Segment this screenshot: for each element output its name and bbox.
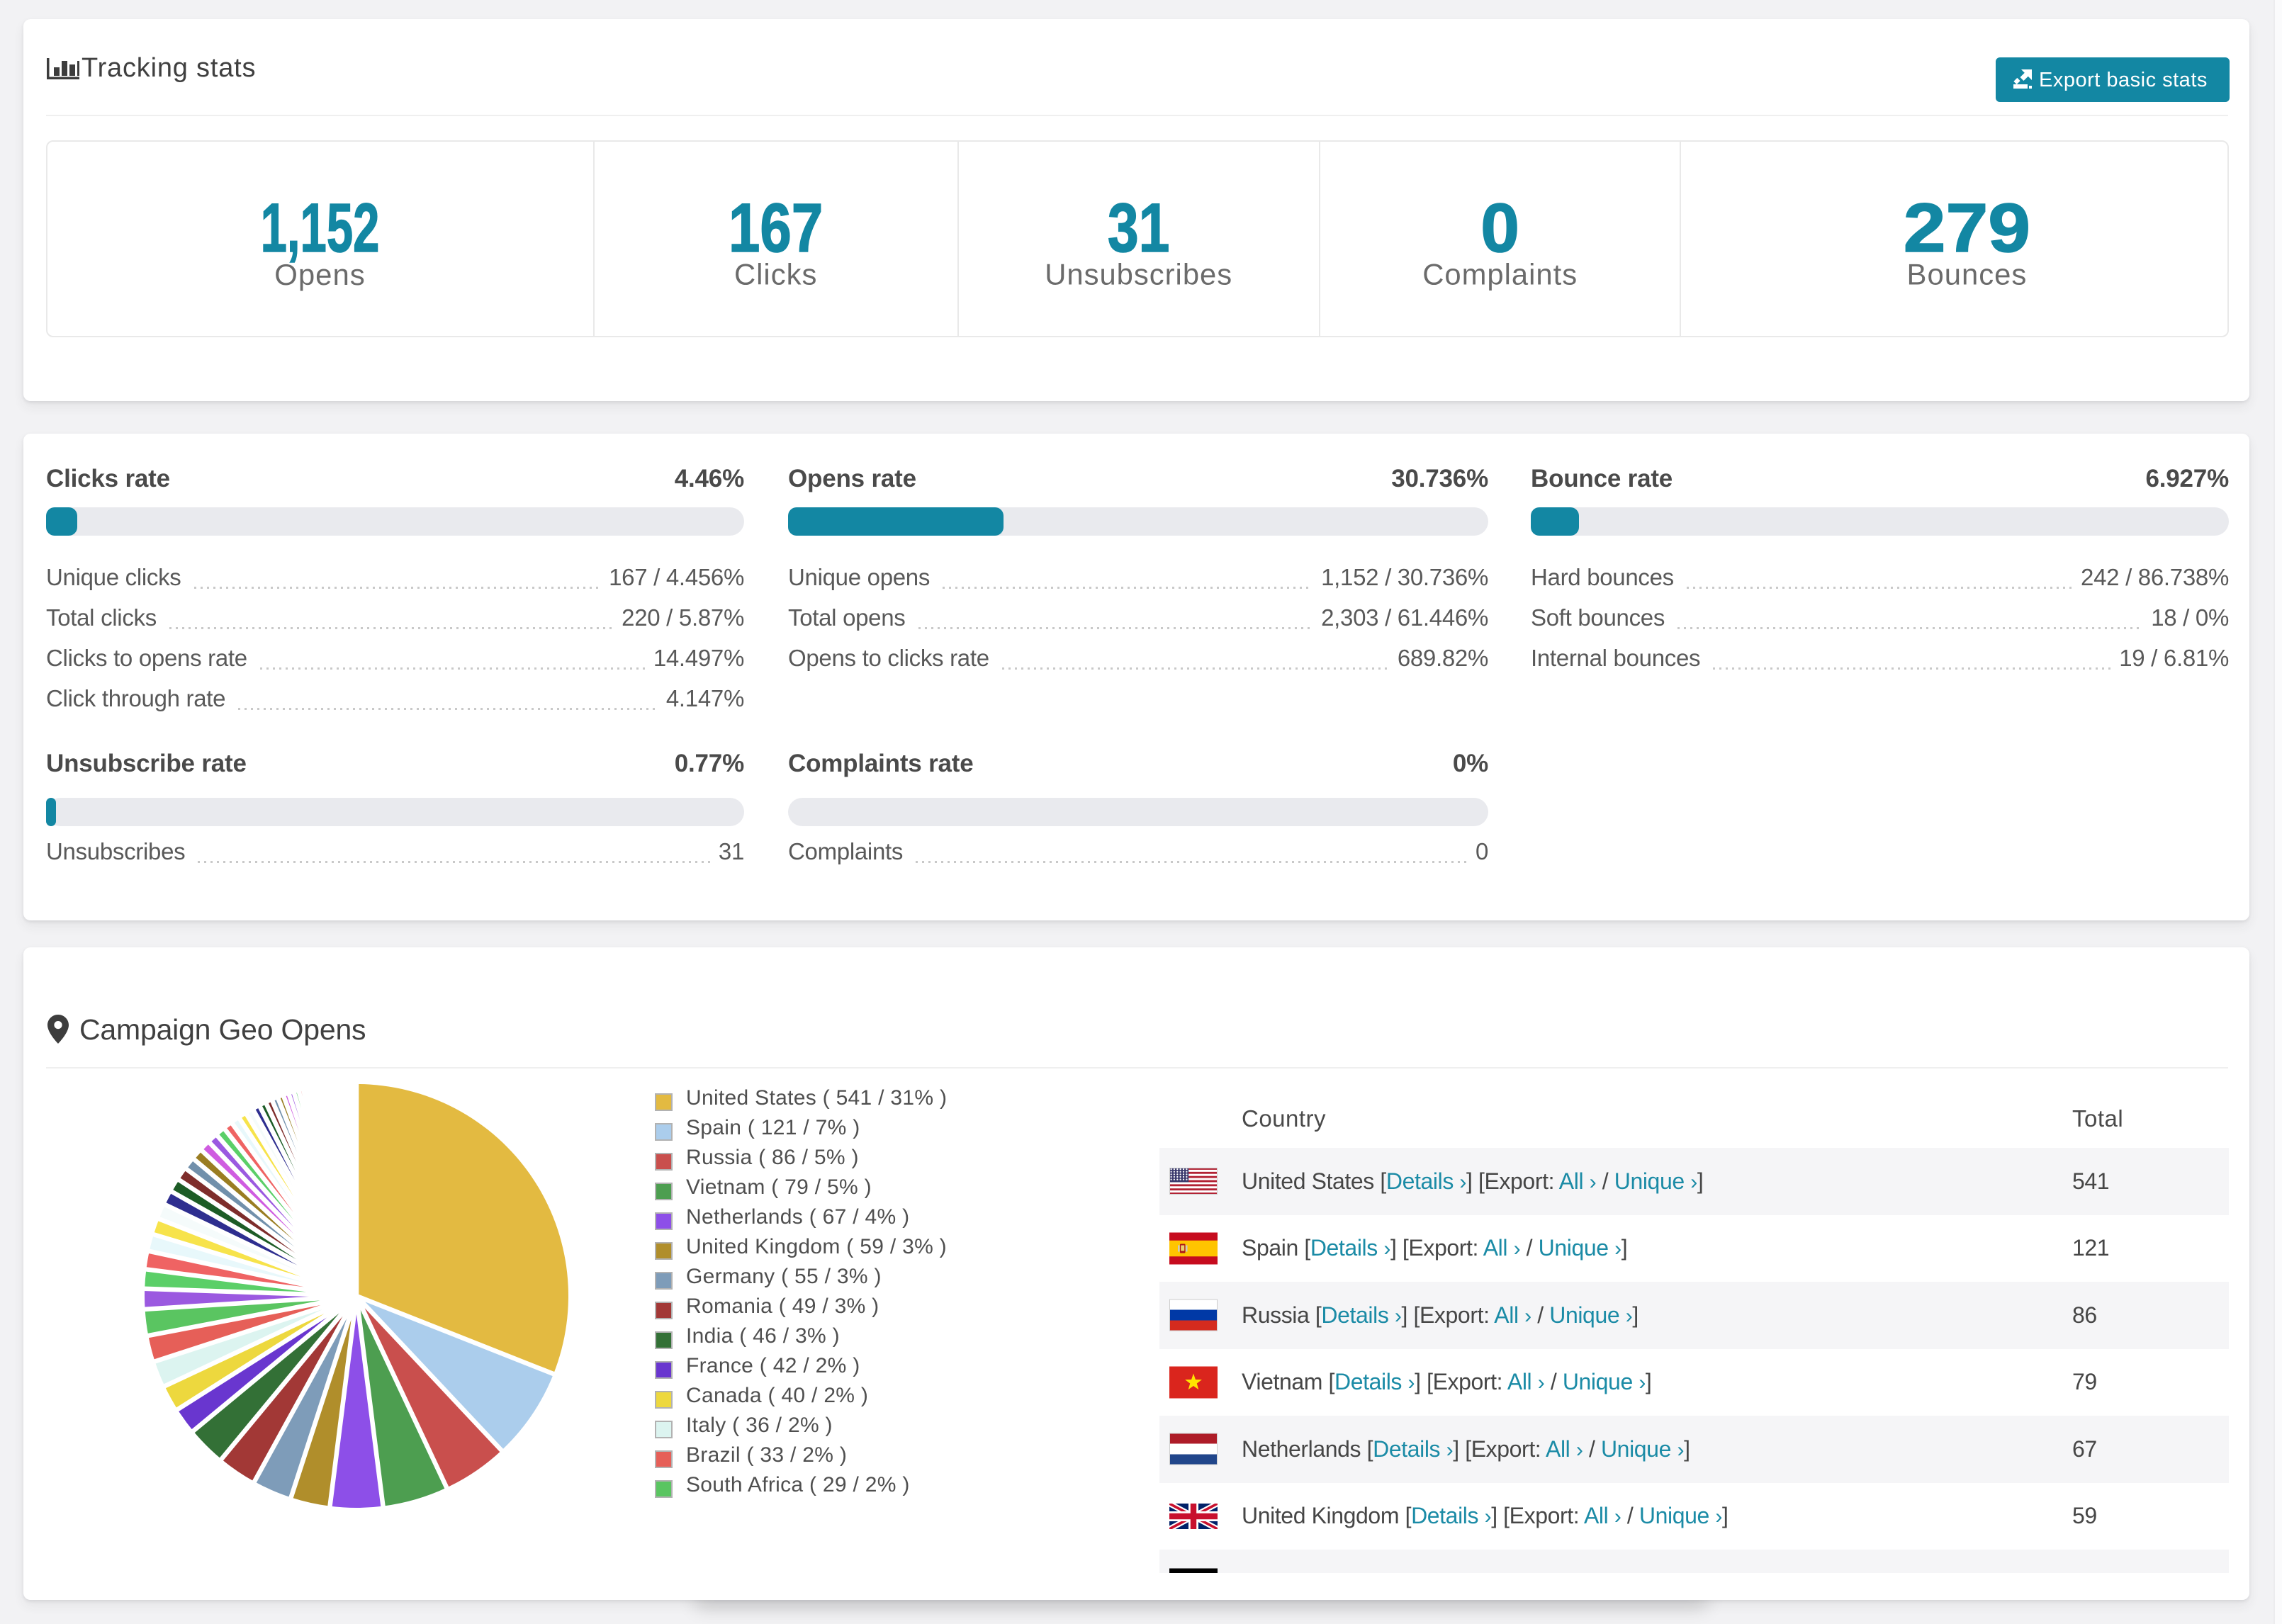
svg-text:Opens: Opens bbox=[274, 258, 366, 291]
svg-text:Complaints: Complaints bbox=[1422, 258, 1578, 291]
svg-text:0: 0 bbox=[1480, 189, 1519, 266]
svg-text:Clicks: Clicks bbox=[734, 258, 817, 291]
svg-text:Unsubscribes: Unsubscribes bbox=[1045, 258, 1233, 291]
svg-text:31: 31 bbox=[1108, 189, 1170, 266]
svg-text:167: 167 bbox=[729, 189, 823, 266]
svg-text:Bounces: Bounces bbox=[1907, 258, 2028, 291]
svg-text:1,152: 1,152 bbox=[261, 188, 380, 266]
svg-text:279: 279 bbox=[1904, 189, 2030, 266]
